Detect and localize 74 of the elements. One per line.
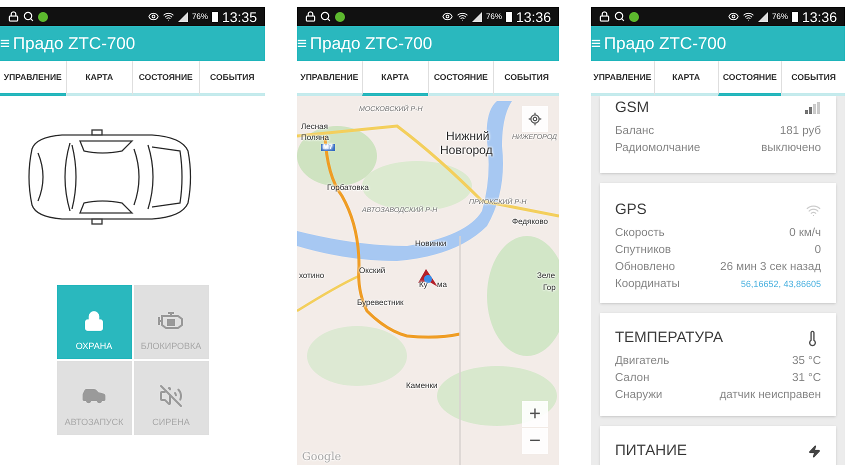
- card-title: ПИТАНИЕ: [615, 442, 687, 460]
- map-label: Нижний: [446, 130, 490, 142]
- eye-icon: [728, 11, 739, 22]
- lightning-icon: [808, 444, 821, 458]
- search-icon: [23, 11, 34, 22]
- battery-icon: [792, 12, 798, 22]
- zoom-out-button[interactable]: −: [522, 428, 548, 454]
- field-value: 0: [814, 243, 821, 258]
- search-icon: [614, 11, 625, 22]
- map-label: хотино: [299, 272, 324, 280]
- app-icon: [38, 12, 48, 22]
- field-value: 26 мин 3 сек назад: [720, 260, 821, 275]
- app-icon: [335, 12, 345, 22]
- signal-icon: [758, 12, 768, 22]
- field-value: 181 руб: [780, 124, 821, 139]
- search-icon: [320, 11, 331, 22]
- engine-icon: [156, 310, 186, 332]
- map-label: Зеле: [537, 272, 556, 280]
- map-label: ма: [437, 281, 447, 289]
- zoom-in-button[interactable]: +: [522, 401, 548, 427]
- wifi-icon: [742, 11, 754, 22]
- eye-icon: [442, 11, 453, 22]
- padlock-icon: [83, 310, 105, 332]
- map-label: Гор: [543, 284, 556, 292]
- field-label: Радиомолчание: [615, 141, 700, 156]
- card-title: GSM: [615, 99, 650, 117]
- battery-text: 76%: [192, 10, 208, 22]
- lock-icon: [599, 11, 610, 22]
- signal-bars-icon: [805, 102, 821, 114]
- lock-icon: [305, 11, 316, 22]
- battery-text: 76%: [772, 10, 788, 22]
- eye-icon: [148, 11, 159, 22]
- field-value: 31 °C: [792, 371, 821, 386]
- tab[interactable]: УПРАВЛЕНИЕ: [591, 61, 654, 96]
- clock-text: 13:36: [802, 10, 837, 24]
- field-label: Спутников: [615, 243, 671, 258]
- app-title: Прадо ZTC-700: [12, 35, 136, 52]
- wifi-icon: [162, 11, 174, 22]
- map-label: Ку: [419, 281, 428, 289]
- field-label: Обновлено: [615, 260, 675, 275]
- battery-icon: [212, 12, 218, 22]
- card-title: ТЕМПЕРАТУРА: [615, 329, 723, 347]
- field-label: Двигатель: [615, 354, 670, 369]
- map-label: Лесная: [301, 123, 328, 131]
- signal-icon: [472, 12, 482, 22]
- map-label: Новгород: [440, 144, 493, 156]
- crosshair-icon: [528, 112, 542, 126]
- battery-text: 76%: [486, 10, 502, 22]
- app-icon: [629, 12, 639, 22]
- tab[interactable]: УПРАВЛЕНИЕ: [297, 61, 362, 96]
- field-value: датчик неисправен: [720, 388, 821, 403]
- lock-icon: [8, 11, 19, 22]
- map-label: Каменки: [406, 382, 438, 390]
- map-label: Новинки: [415, 240, 446, 248]
- field-value: выключено: [761, 141, 821, 156]
- field-label: Скорость: [615, 226, 665, 241]
- wifi-icon: [456, 11, 468, 22]
- field-value: 35 °C: [792, 354, 821, 369]
- field-label: Баланс: [615, 124, 654, 139]
- clock-text: 13:35: [222, 10, 257, 24]
- battery-icon: [506, 12, 512, 22]
- field-label: Координаты: [615, 277, 680, 292]
- clock-text: 13:36: [516, 10, 551, 24]
- field-value: 0 км/ч: [789, 226, 821, 241]
- field-label: Снаружи: [615, 388, 662, 403]
- card-title: GPS: [615, 201, 647, 219]
- muted-speaker-icon: [159, 384, 183, 408]
- my-location-button[interactable]: [522, 106, 548, 132]
- app-title: Прадо ZTC-700: [604, 35, 726, 52]
- map-label: Федяково: [512, 218, 548, 226]
- field-label: Салон: [615, 371, 650, 386]
- app-title: Прадо ZTC-700: [310, 35, 432, 52]
- map-logo: Google: [302, 451, 342, 462]
- signal-icon: [178, 12, 188, 22]
